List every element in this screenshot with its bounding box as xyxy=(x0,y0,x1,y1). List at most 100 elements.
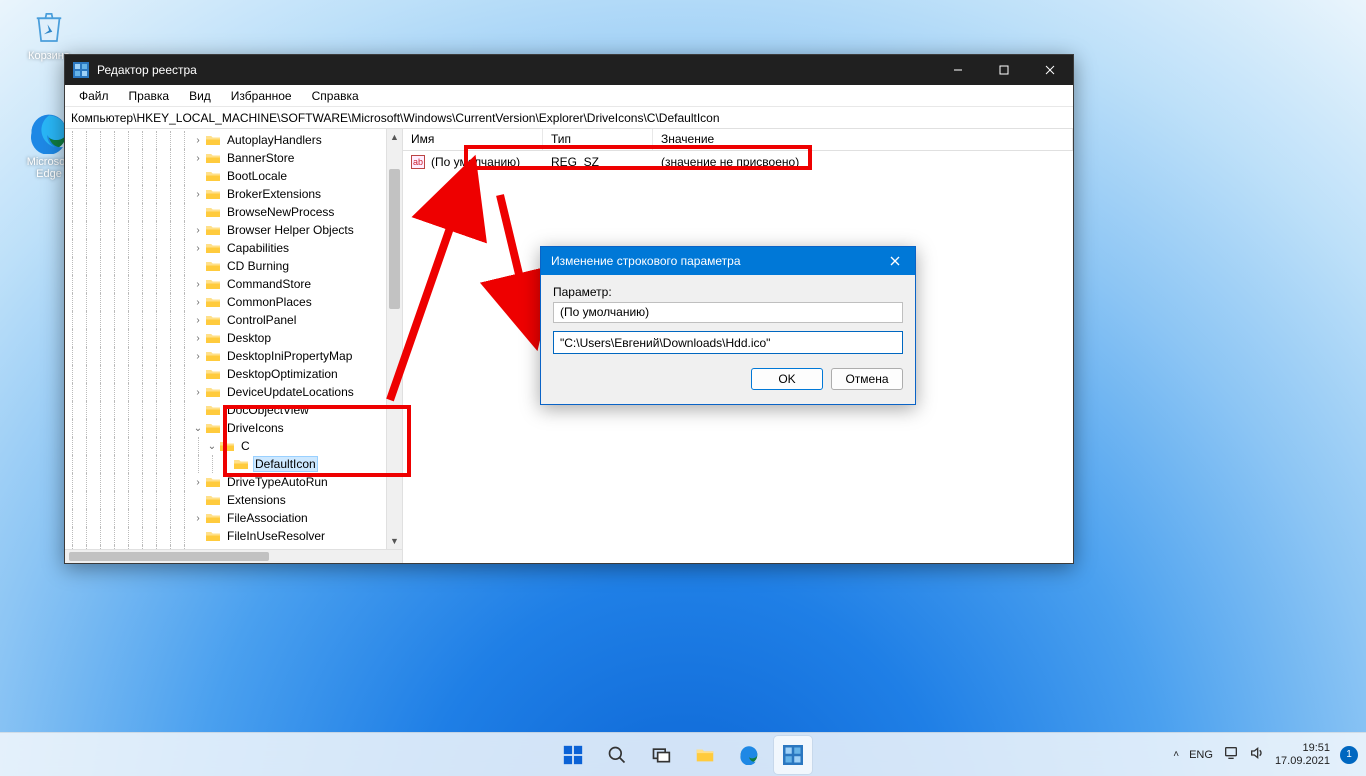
tree-node[interactable]: BrowseNewProcess xyxy=(65,203,402,221)
cancel-button[interactable]: Отмена xyxy=(831,368,903,390)
col-name[interactable]: Имя xyxy=(403,129,543,150)
tray-volume-icon[interactable] xyxy=(1249,745,1265,764)
search-button[interactable] xyxy=(598,736,636,774)
explorer-button[interactable] xyxy=(686,736,724,774)
dialog-titlebar[interactable]: Изменение строкового параметра xyxy=(541,247,915,275)
folder-icon xyxy=(219,439,235,453)
string-value-icon: ab xyxy=(411,155,425,169)
tree-node-label: Extensions xyxy=(225,493,288,507)
tray-clock[interactable]: 19:51 17.09.2021 xyxy=(1275,742,1330,767)
folder-icon xyxy=(205,241,221,255)
scroll-thumb[interactable] xyxy=(389,169,400,309)
scroll-up-icon[interactable]: ▲ xyxy=(387,129,402,145)
tree-node[interactable]: Extensions xyxy=(65,491,402,509)
tree-node[interactable]: DocObjectView xyxy=(65,401,402,419)
task-view-button[interactable] xyxy=(642,736,680,774)
tree-node[interactable]: DefaultIcon xyxy=(65,455,402,473)
tree-node[interactable]: FileInUseResolver xyxy=(65,527,402,545)
menu-edit[interactable]: Правка xyxy=(121,87,178,105)
tree-node[interactable]: › ControlPanel xyxy=(65,311,402,329)
folder-icon xyxy=(205,529,221,543)
folder-icon xyxy=(205,385,221,399)
menu-favorites[interactable]: Избранное xyxy=(223,87,300,105)
maximize-button[interactable] xyxy=(981,55,1027,85)
tray-language[interactable]: ENG xyxy=(1189,749,1213,761)
tree-node-label: CommonPlaces xyxy=(225,295,314,309)
expand-icon[interactable]: › xyxy=(191,153,205,164)
col-type[interactable]: Тип xyxy=(543,129,653,150)
tree-node[interactable]: ⌄C xyxy=(65,437,402,455)
folder-icon xyxy=(205,295,221,309)
col-data[interactable]: Значение xyxy=(653,129,1073,150)
scroll-thumb[interactable] xyxy=(69,552,269,561)
tree-pane: ›AutoplayHandlers›BannerStoreBootLocale›… xyxy=(65,129,403,563)
tree-scrollbar-horizontal[interactable] xyxy=(65,549,402,563)
param-label: Параметр: xyxy=(553,285,903,299)
regedit-button[interactable] xyxy=(774,736,812,774)
tree-node-label: BrokerExtensions xyxy=(225,187,323,201)
menu-help[interactable]: Справка xyxy=(304,87,367,105)
tray-time: 19:51 xyxy=(1275,742,1330,755)
tree-node[interactable]: › BrokerExtensions xyxy=(65,185,402,203)
expand-icon[interactable]: › xyxy=(191,225,205,236)
tree-node[interactable]: ›Desktop xyxy=(65,329,402,347)
expand-icon[interactable]: › xyxy=(191,279,205,290)
start-button[interactable] xyxy=(554,736,592,774)
tree-node-label: ControlPanel xyxy=(225,313,298,327)
tree-node[interactable]: ⌄DriveIcons xyxy=(65,419,402,437)
list-header: Имя Тип Значение xyxy=(403,129,1073,151)
folder-icon xyxy=(205,403,221,417)
tree-node[interactable]: CD Burning xyxy=(65,257,402,275)
scroll-down-icon[interactable]: ▼ xyxy=(387,533,402,549)
expand-icon[interactable]: › xyxy=(191,189,205,200)
window-title: Редактор реестра xyxy=(97,63,197,77)
edge-button[interactable] xyxy=(730,736,768,774)
tree-node[interactable]: ›BannerStore xyxy=(65,149,402,167)
registry-tree[interactable]: ›AutoplayHandlers›BannerStoreBootLocale›… xyxy=(65,129,402,563)
value-name: (По умолчанию) xyxy=(431,155,520,169)
expand-icon[interactable]: › xyxy=(191,243,205,254)
address-bar[interactable]: Компьютер\HKEY_LOCAL_MACHINE\SOFTWARE\Mi… xyxy=(65,107,1073,129)
titlebar[interactable]: Редактор реестра xyxy=(65,55,1073,85)
tree-node[interactable]: DesktopOptimization xyxy=(65,365,402,383)
tree-node[interactable]: › DesktopIniPropertyMap xyxy=(65,347,402,365)
tree-node[interactable]: ›DriveTypeAutoRun xyxy=(65,473,402,491)
registry-value-row[interactable]: ab (По умолчанию) REG_SZ (значение не пр… xyxy=(403,153,1073,171)
tree-node-label: C xyxy=(239,439,252,453)
tray-network-icon[interactable] xyxy=(1223,745,1239,764)
tree-node-label: Browser Helper Objects xyxy=(225,223,356,237)
close-button[interactable] xyxy=(1027,55,1073,85)
tree-node-label: DesktopIniPropertyMap xyxy=(225,349,354,363)
expand-icon[interactable]: › xyxy=(191,513,205,524)
value-input[interactable] xyxy=(553,331,903,354)
menu-view[interactable]: Вид xyxy=(181,87,219,105)
expand-icon[interactable]: › xyxy=(191,297,205,308)
tree-node-label: FileInUseResolver xyxy=(225,529,327,543)
tree-scrollbar-vertical[interactable]: ▲ ▼ xyxy=(386,129,402,549)
tray-notifications[interactable]: 1 xyxy=(1340,746,1358,764)
dialog-title: Изменение строкового параметра xyxy=(551,254,741,268)
value-type: REG_SZ xyxy=(551,155,599,169)
tree-node[interactable]: › CommonPlaces xyxy=(65,293,402,311)
expand-icon[interactable]: › xyxy=(191,387,205,398)
expand-icon[interactable]: › xyxy=(191,351,205,362)
tree-node[interactable]: ›FileAssociation xyxy=(65,509,402,527)
folder-icon xyxy=(205,493,221,507)
menu-file[interactable]: Файл xyxy=(71,87,117,105)
tray-chevron-up-icon[interactable]: ˄ xyxy=(1173,749,1179,760)
expand-icon[interactable]: › xyxy=(191,135,205,146)
expand-icon[interactable]: › xyxy=(191,477,205,488)
expand-icon[interactable]: ⌄ xyxy=(191,423,205,434)
tree-node[interactable]: ›AutoplayHandlers xyxy=(65,131,402,149)
ok-button[interactable]: OK xyxy=(751,368,823,390)
minimize-button[interactable] xyxy=(935,55,981,85)
expand-icon[interactable]: › xyxy=(191,333,205,344)
tree-node[interactable]: › Browser Helper Objects xyxy=(65,221,402,239)
tree-node[interactable]: ›DeviceUpdateLocations xyxy=(65,383,402,401)
tree-node[interactable]: ›Capabilities xyxy=(65,239,402,257)
expand-icon[interactable]: › xyxy=(191,315,205,326)
tree-node[interactable]: BootLocale xyxy=(65,167,402,185)
dialog-close-button[interactable] xyxy=(875,247,915,275)
tree-node[interactable]: ›CommandStore xyxy=(65,275,402,293)
expand-icon[interactable]: ⌄ xyxy=(205,441,219,452)
